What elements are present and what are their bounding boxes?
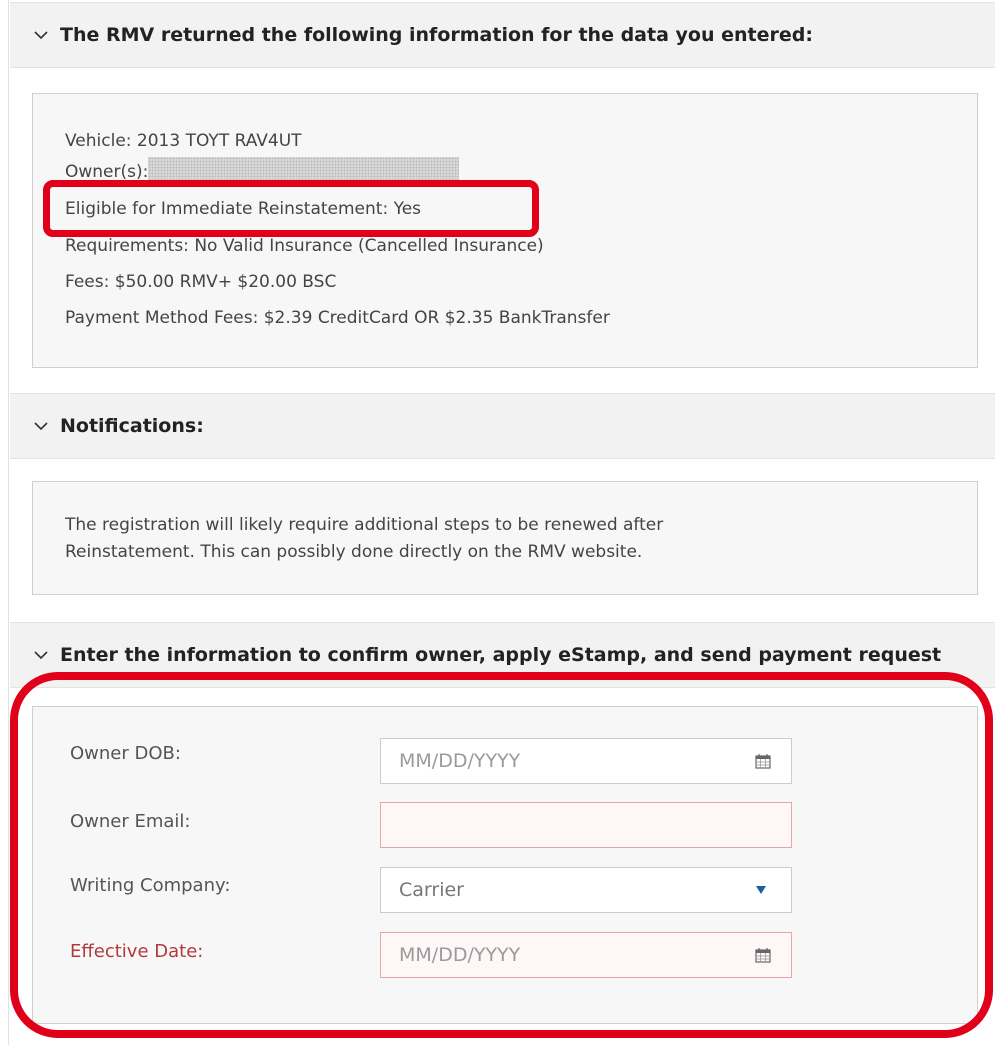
notification-line-1: The registration will likely require add… — [65, 515, 664, 535]
payment-fees-line: Payment Method Fees: $2.39 CreditCard OR… — [65, 308, 610, 328]
chevron-down-icon — [34, 651, 48, 660]
notification-line-2: Reinstatement. This can possibly done di… — [65, 542, 643, 562]
fees-line: Fees: $50.00 RMV+ $20.00 BSC — [65, 272, 337, 292]
confirm-owner-title: Enter the information to confirm owner, … — [60, 644, 942, 666]
rmv-info-title: The RMV returned the following informati… — [60, 24, 813, 46]
chevron-down-icon — [34, 31, 48, 40]
requirements-line: Requirements: No Valid Insurance (Cancel… — [65, 236, 544, 256]
notifications-title: Notifications: — [60, 415, 204, 437]
eligible-highlight — [43, 180, 539, 237]
rmv-info-header[interactable]: The RMV returned the following informati… — [10, 2, 995, 68]
owners-label: Owner(s): — [65, 162, 149, 182]
page-left-border — [8, 0, 9, 1045]
notifications-panel: The registration will likely require add… — [32, 481, 978, 595]
notifications-header[interactable]: Notifications: — [10, 393, 995, 459]
form-highlight — [10, 672, 993, 1038]
notification-text: The registration will likely require add… — [65, 512, 663, 566]
chevron-down-icon — [34, 422, 48, 431]
vehicle-line: Vehicle: 2013 TOYT RAV4UT — [65, 131, 302, 151]
